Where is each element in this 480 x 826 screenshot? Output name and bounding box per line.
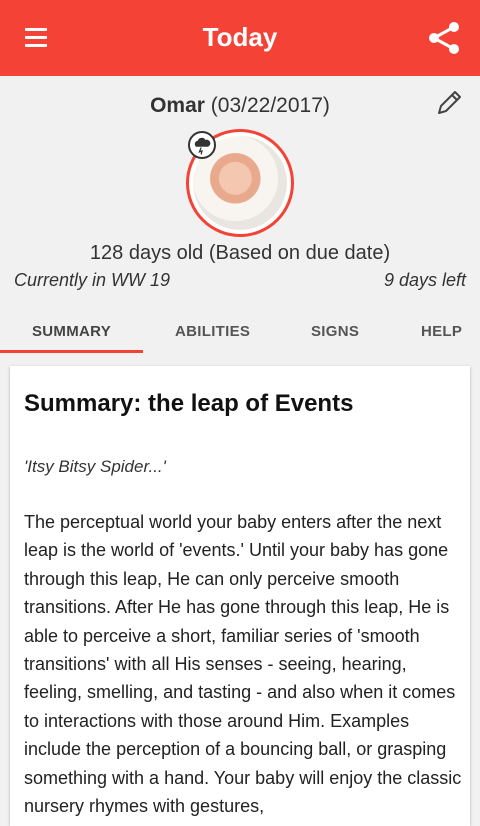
- card-title: Summary: the leap of Events: [24, 390, 354, 417]
- baby-name: Omar: [150, 94, 205, 117]
- active-tab-indicator: [0, 350, 143, 353]
- current-week: Currently in WW 19: [14, 270, 171, 290]
- storm-cloud-icon: [188, 131, 216, 159]
- pencil-icon[interactable]: [434, 88, 464, 118]
- days-left: 9 days left: [383, 270, 466, 290]
- age-text: 128 days old (Based on due date): [89, 242, 391, 264]
- tab-signs[interactable]: SIGNS: [311, 323, 359, 340]
- birthdate: (03/22/2017): [210, 94, 330, 117]
- share-icon[interactable]: [426, 20, 462, 56]
- card-body: The perceptual world your baby enters af…: [24, 512, 462, 817]
- summary-card: Summary: the leap of Events 'Itsy Bitsy …: [10, 366, 470, 826]
- tab-summary[interactable]: SUMMARY: [32, 323, 111, 340]
- baby-profile: Omar (03/22/2017) 128 days old (Based on…: [0, 76, 480, 298]
- app-bar: Today: [0, 0, 480, 76]
- page-title: Today: [202, 22, 278, 52]
- tab-abilities[interactable]: ABILITIES: [175, 323, 250, 340]
- avatar[interactable]: [186, 129, 294, 237]
- tab-help[interactable]: HELP: [421, 323, 462, 340]
- card-quote: 'Itsy Bitsy Spider...': [24, 457, 166, 476]
- name-row: Omar (03/22/2017): [0, 94, 480, 118]
- tab-bar: SUMMARY ABILITIES SIGNS HELP: [0, 311, 480, 355]
